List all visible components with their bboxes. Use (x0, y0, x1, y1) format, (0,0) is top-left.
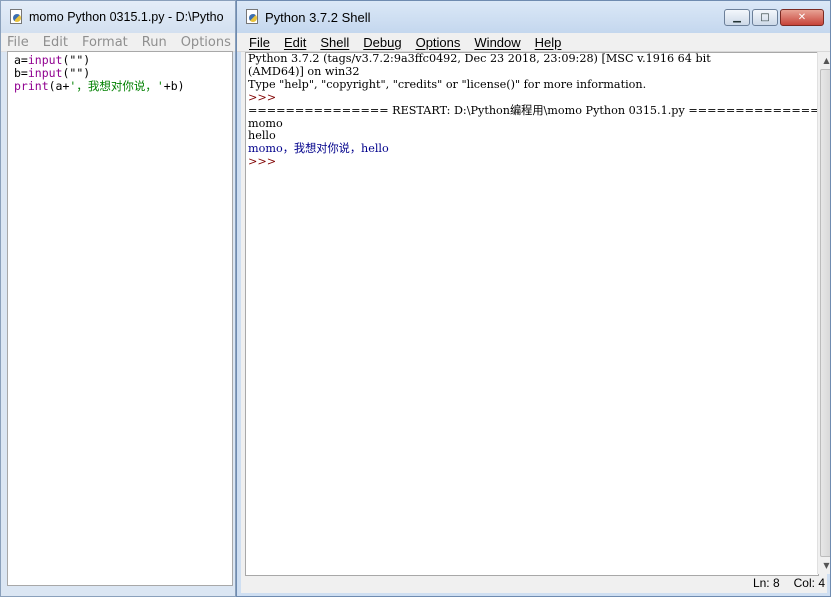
code-line-token: input (27, 66, 63, 80)
shell-output[interactable]: Python 3.7.2 (tags/v3.7.2:9a3ffc0492, De… (245, 52, 819, 576)
shell-line-token: momo (248, 116, 283, 130)
maximize-button[interactable]: □ (752, 9, 778, 26)
shell-line-token: (AMD64)] on win32 (248, 64, 360, 78)
editor-menu-options[interactable]: Options (181, 35, 231, 50)
code-line-token: a= (14, 53, 28, 67)
code-line: print(a+'，我想对你说，'+b) (14, 80, 226, 93)
shell-menu-file[interactable]: File (249, 35, 270, 50)
code-line-token: print (14, 79, 49, 93)
shell-menu-window[interactable]: Window (474, 35, 520, 50)
shell-line-token: hello (248, 129, 276, 143)
shell-titlebar[interactable]: Python 3.7.2 Shell ▁ □ ✕ (237, 1, 830, 33)
code-line-token: input (27, 53, 63, 67)
editor-menu-run[interactable]: Run (142, 35, 167, 50)
shell-menu-options[interactable]: Options (416, 35, 461, 50)
editor-titlebar[interactable]: momo Python 0315.1.py - D:\Pytho (1, 1, 235, 33)
vertical-scrollbar[interactable]: ▲ ▼ (817, 52, 830, 574)
shell-menu-edit[interactable]: Edit (284, 35, 306, 50)
window-controls: ▁ □ ✕ (722, 9, 824, 26)
code-editor[interactable]: a=input("") b=input("") print(a+'，我想对你说，'+… (7, 51, 233, 586)
editor-menu-edit[interactable]: Edit (43, 35, 68, 50)
shell-line: momo (248, 116, 816, 131)
shell-menu-debug[interactable]: Debug (363, 35, 401, 50)
shell-line-token: =============== RESTART: D:\Python编程用\mo… (248, 103, 819, 117)
close-button[interactable]: ✕ (780, 9, 824, 26)
status-bar: Ln: 8 Col: 4 (241, 573, 827, 593)
python-shell-icon (245, 9, 259, 25)
shell-menu-shell[interactable]: Shell (320, 35, 349, 50)
shell-line-token: Type "help", "copyright", "credits" or "… (248, 77, 647, 91)
shell-line-token: Python 3.7.2 (tags/v3.7.2:9a3ffc0492, De… (248, 52, 711, 65)
shell-line-token: >>> (248, 90, 280, 104)
editor-menu-file[interactable]: File (7, 35, 29, 50)
scroll-thumb[interactable] (820, 69, 830, 557)
status-col: Col: 4 (793, 576, 825, 590)
code-line-token: b= (14, 66, 28, 80)
shell-line: =============== RESTART: D:\Python编程用\mo… (248, 103, 819, 118)
editor-menubar: File Edit Format Run Options (1, 33, 235, 52)
shell-line-token: >>> (248, 155, 280, 169)
minimize-icon: ▁ (733, 12, 741, 23)
shell-menubar: File Edit Shell Debug Options Window Hel… (237, 33, 830, 52)
scroll-down-icon[interactable]: ▼ (818, 557, 830, 574)
code-line-token: ("") (62, 53, 91, 67)
editor-window[interactable]: momo Python 0315.1.py - D:\Pytho File Ed… (0, 0, 236, 597)
shell-window[interactable]: Python 3.7.2 Shell ▁ □ ✕ File Edit Shell… (236, 0, 831, 597)
close-icon: ✕ (797, 12, 807, 23)
shell-menu-help[interactable]: Help (535, 35, 562, 50)
shell-client-area: Python 3.7.2 (tags/v3.7.2:9a3ffc0492, De… (241, 52, 830, 593)
shell-title: Python 3.7.2 Shell (265, 9, 371, 25)
code-line-token: +b) (163, 79, 185, 93)
editor-menu-format[interactable]: Format (82, 35, 128, 50)
status-line: Ln: 8 (752, 576, 780, 590)
shell-line: momo，我想对你说，hello (248, 142, 816, 156)
minimize-button[interactable]: ▁ (724, 9, 750, 26)
python-file-icon (9, 9, 23, 25)
code-line-token: '，我想对你说，' (69, 79, 164, 93)
scroll-up-icon[interactable]: ▲ (818, 52, 830, 69)
editor-title: momo Python 0315.1.py - D:\Pytho (29, 10, 224, 24)
code-line-token: ("") (62, 66, 91, 80)
shell-line: >>> (248, 155, 816, 169)
shell-line-token: momo，我想对你说，hello (248, 142, 389, 156)
code-line-token: (a+ (48, 79, 70, 93)
shell-line: Type "help", "copyright", "credits" or "… (248, 77, 816, 92)
maximize-icon: □ (760, 12, 770, 23)
